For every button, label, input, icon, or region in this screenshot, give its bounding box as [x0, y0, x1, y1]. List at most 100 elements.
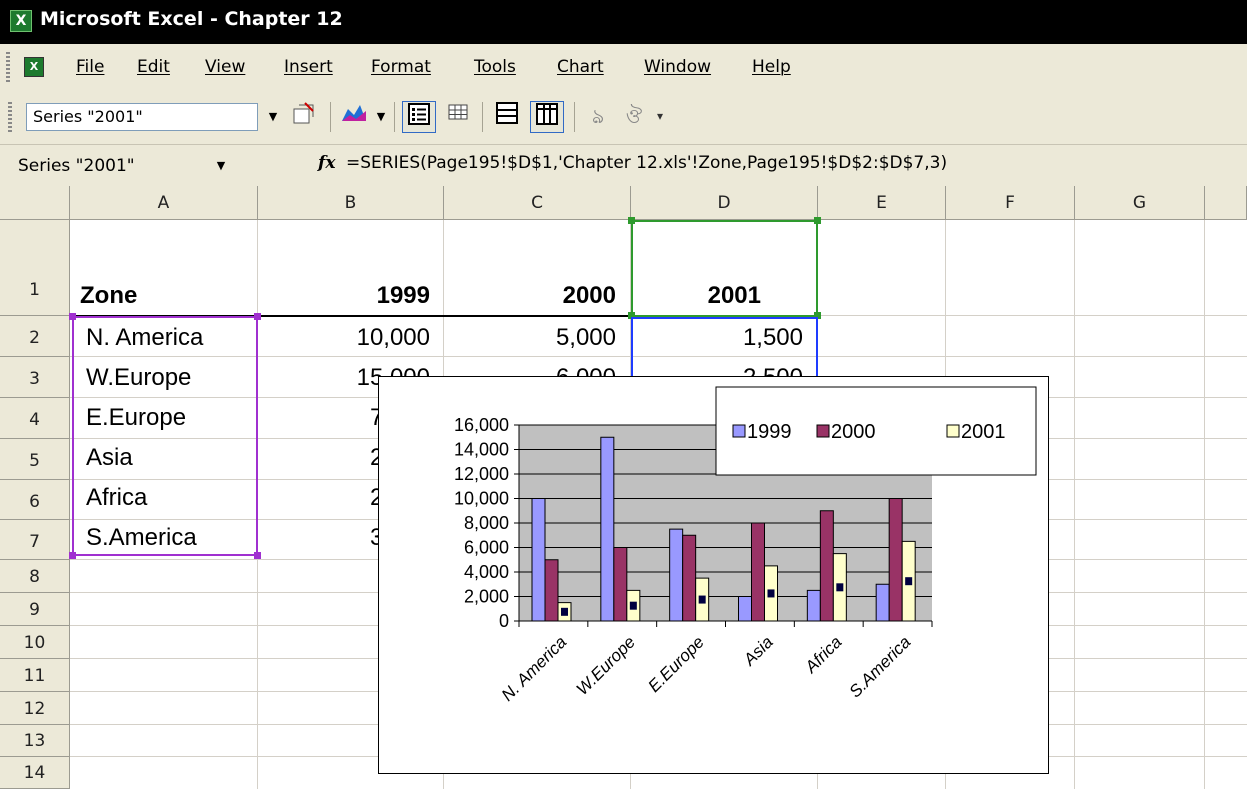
- chart-svg: 0 2,000 4,000 6,000 8,000 10,000 12,000 14,000 1…: [454, 386, 1037, 705]
- excel-app-icon[interactable]: X: [10, 10, 32, 32]
- name-box-arrow-icon[interactable]: ▼: [212, 152, 230, 180]
- menu-edit[interactable]: Edit: [137, 57, 170, 77]
- row-header-2[interactable]: 2: [0, 316, 70, 357]
- chart-objects-arrow-icon[interactable]: ▼: [264, 103, 282, 131]
- row-header-11[interactable]: 11: [0, 659, 70, 692]
- column-header-a[interactable]: A: [70, 186, 258, 220]
- legend-label: 2000: [831, 421, 876, 443]
- series-name-handle[interactable]: [628, 217, 635, 224]
- x-tick-label: E.Europe: [644, 632, 708, 696]
- data-table-icon[interactable]: [442, 101, 474, 133]
- cell-c1[interactable]: 2000: [444, 282, 616, 310]
- menu-file[interactable]: File: [76, 57, 104, 77]
- row-header-10[interactable]: 10: [0, 626, 70, 659]
- chart-type-arrow-icon[interactable]: ▼: [372, 103, 390, 131]
- cell-a1[interactable]: Zone: [80, 282, 137, 310]
- series-name-handle[interactable]: [814, 217, 821, 224]
- row-header-8[interactable]: 8: [0, 560, 70, 593]
- row-header-4[interactable]: 4: [0, 398, 70, 439]
- menu-insert[interactable]: Insert: [284, 57, 333, 77]
- toolbar-grip[interactable]: [8, 102, 12, 132]
- menu-chart[interactable]: Chart: [557, 57, 604, 77]
- embedded-chart[interactable]: 0 2,000 4,000 6,000 8,000 10,000 12,000 14,000 1…: [378, 376, 1049, 774]
- legend-label: 1999: [747, 421, 792, 443]
- y-tick-label: 12,000: [454, 464, 509, 484]
- menu-format[interactable]: Format: [371, 57, 431, 77]
- category-range-highlight: [72, 316, 258, 556]
- angle-text-downward-icon[interactable]: ঌ: [582, 101, 614, 133]
- bar-2000: [544, 559, 559, 622]
- formula-bar: Series "2001" ▼ fx =SERIES(Page195!$D$1,…: [0, 145, 1247, 187]
- legend-toggle-icon[interactable]: [402, 101, 436, 133]
- selected-series-marker: [698, 595, 706, 604]
- legend-swatch: [732, 424, 746, 438]
- name-box[interactable]: Series "2001": [12, 152, 236, 180]
- insert-function-icon[interactable]: fx: [318, 153, 335, 173]
- category-range-handle[interactable]: [254, 313, 261, 320]
- select-all-corner[interactable]: [0, 186, 70, 220]
- row-header-9[interactable]: 9: [0, 593, 70, 626]
- column-header-f[interactable]: F: [946, 186, 1075, 220]
- title-bar: X Microsoft Excel - Chapter 12: [0, 0, 1247, 44]
- x-tick-label: N. America: [498, 632, 570, 704]
- bar-1999: [531, 498, 546, 622]
- bar-1999: [875, 583, 890, 622]
- column-header-c[interactable]: C: [444, 186, 631, 220]
- x-tick-label: S.America: [846, 632, 915, 701]
- x-tick-label: W.Europe: [573, 632, 639, 698]
- row-header-13[interactable]: 13: [0, 725, 70, 757]
- formula-input[interactable]: =SERIES(Page195!$D$1,'Chapter 12.xls'!Zo…: [346, 153, 947, 173]
- column-header-g[interactable]: G: [1075, 186, 1205, 220]
- menu-help[interactable]: Help: [752, 57, 791, 77]
- angle-text-upward-icon[interactable]: ঔ: [618, 101, 650, 133]
- bar-2000: [888, 498, 903, 622]
- bar-1999: [669, 528, 684, 622]
- chart-toolbar: Series "2001" ▼ ▼ ঌ ঔ ▾: [0, 90, 1247, 145]
- bar-2000: [819, 510, 834, 622]
- series-values-highlight: [631, 317, 818, 377]
- selected-series-marker: [629, 601, 637, 610]
- y-tick-label: 16,000: [454, 415, 509, 435]
- menu-tools[interactable]: Tools: [474, 57, 516, 77]
- y-tick-label: 2,000: [464, 587, 509, 607]
- category-range-handle[interactable]: [254, 552, 261, 559]
- x-tick-label: Africa: [801, 632, 846, 677]
- by-row-icon[interactable]: [490, 101, 524, 133]
- selected-series-marker: [836, 583, 844, 592]
- chart-objects-dropdown[interactable]: Series "2001": [26, 103, 258, 131]
- workbook-icon[interactable]: X: [24, 57, 44, 77]
- column-header-b[interactable]: B: [258, 186, 444, 220]
- legend-swatch: [946, 424, 960, 438]
- bar-2000: [682, 534, 697, 622]
- menu-window[interactable]: Window: [644, 57, 711, 77]
- row-header-7[interactable]: 7: [0, 520, 70, 560]
- category-range-handle[interactable]: [69, 313, 76, 320]
- legend-label: 2001: [961, 421, 1006, 443]
- row-header-6[interactable]: 6: [0, 480, 70, 520]
- cell-b1[interactable]: 1999: [258, 282, 430, 310]
- y-tick-label: 4,000: [464, 562, 509, 582]
- row-header-12[interactable]: 12: [0, 692, 70, 725]
- row-header-1[interactable]: 1: [0, 220, 70, 316]
- chart-type-icon[interactable]: [338, 101, 370, 133]
- column-header-d[interactable]: D: [631, 186, 818, 220]
- menu-bar-grip[interactable]: [6, 52, 10, 82]
- y-tick-label: 14,000: [454, 440, 509, 460]
- by-column-icon[interactable]: [530, 101, 564, 133]
- bar-2000: [751, 522, 765, 622]
- y-tick-label: 8,000: [464, 513, 509, 533]
- menu-bar: X File Edit View Insert Format Tools Cha…: [0, 44, 1247, 91]
- category-range-handle[interactable]: [69, 552, 76, 559]
- cell-b2[interactable]: 10,000: [258, 324, 430, 352]
- row-header-3[interactable]: 3: [0, 357, 70, 398]
- menu-view[interactable]: View: [205, 57, 245, 77]
- toolbar-options-icon[interactable]: ▾: [652, 101, 668, 133]
- row-header-5[interactable]: 5: [0, 439, 70, 480]
- format-selection-icon[interactable]: [288, 101, 320, 133]
- selected-series-marker: [561, 607, 568, 616]
- row-header-14[interactable]: 14: [0, 757, 70, 789]
- y-tick-label: 0: [499, 611, 509, 631]
- column-header-e[interactable]: E: [818, 186, 946, 220]
- cell-c2[interactable]: 5,000: [444, 324, 616, 352]
- column-header-h[interactable]: [1205, 186, 1247, 220]
